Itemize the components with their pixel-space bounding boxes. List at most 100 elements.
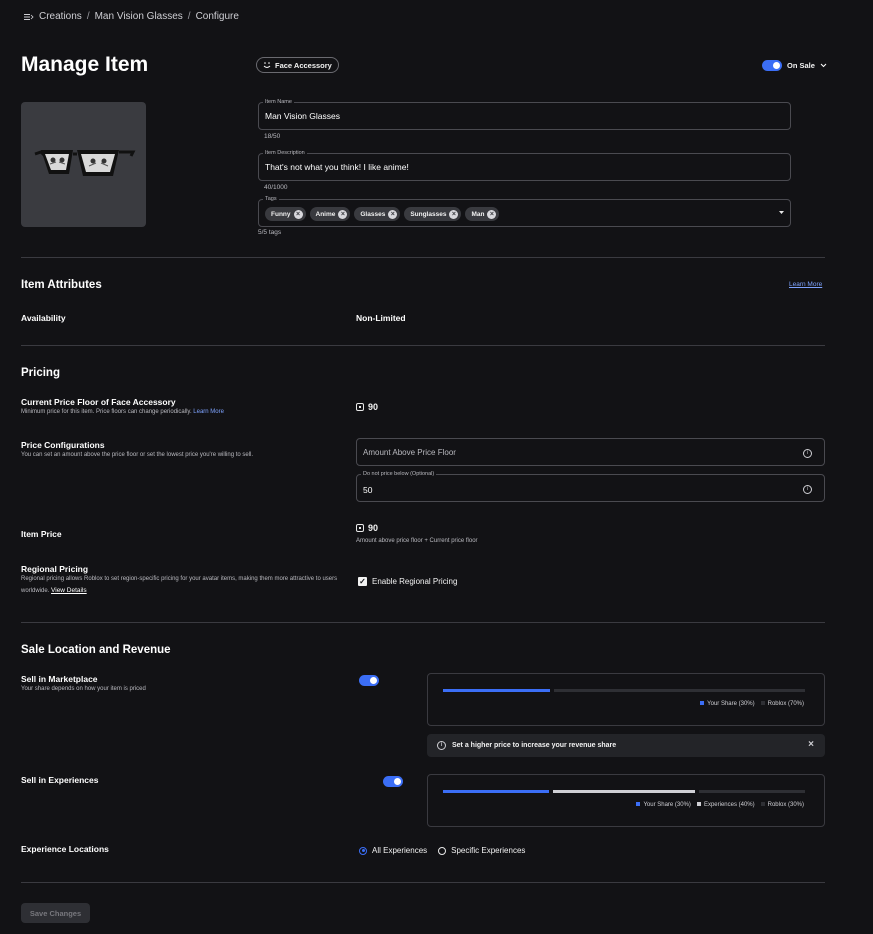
price-floor-desc: Minimum price for this item. Price floor…	[21, 407, 224, 418]
price-floor-amount: 90	[368, 402, 379, 412]
item-name-label: Item Name	[263, 99, 294, 105]
legend-roblox: Roblox (70%)	[760, 701, 804, 707]
marketplace-legend: Your Share (30%) Roblox (70%)	[700, 701, 804, 707]
robux-icon	[356, 403, 364, 411]
close-icon[interactable]: ×	[388, 209, 398, 219]
breadcrumb-separator: /	[86, 11, 90, 22]
regional-pricing-checkbox-label: Enable Regional Pricing	[372, 577, 458, 586]
info-icon: i	[437, 741, 446, 750]
share-bar-your-share	[443, 689, 551, 692]
category-label: Face Accessory	[275, 60, 332, 70]
legend-roblox: Roblox (30%)	[760, 802, 804, 808]
tag-chip: Anime ×	[309, 207, 351, 221]
tag-chip: Sunglasses ×	[404, 207, 462, 221]
close-icon[interactable]: ×	[808, 739, 814, 750]
price-floor-learn-more[interactable]: Learn More	[193, 409, 224, 415]
item-price-note: Amount above price floor + Current price…	[356, 538, 478, 544]
price-config-desc: You can set an amount above the price fl…	[21, 452, 254, 458]
tag-list: Funny × Anime × Glasses × Sunglasses × Man ×	[265, 207, 503, 221]
price-floor-desc-text: Minimum price for this item. Price floor…	[21, 409, 192, 415]
robux-icon	[356, 524, 364, 532]
radio-all-label[interactable]: All Experiences	[372, 846, 427, 855]
breadcrumb-creations[interactable]: Creations	[39, 11, 82, 22]
close-icon[interactable]: ×	[338, 209, 348, 219]
regional-pricing-desc: Regional pricing allows Roblox to set re…	[21, 574, 351, 597]
legend-swatch	[636, 802, 641, 806]
amount-above-floor-input[interactable]: Amount Above Price Floor i	[356, 438, 825, 466]
tag-label: Sunglasses	[410, 210, 447, 218]
revenue-tip-text: Set a higher price to increase your reve…	[452, 742, 617, 749]
breadcrumb: Creations / Man Vision Glasses / Configu…	[24, 11, 239, 22]
share-bar-roblox	[554, 689, 805, 692]
caret-down-icon[interactable]	[779, 211, 784, 215]
item-price-label: Item Price	[21, 529, 62, 539]
learn-more-link[interactable]: Learn More	[789, 281, 822, 288]
item-description-count: 40/1000	[264, 184, 288, 191]
regional-pricing-option[interactable]: ✓ Enable Regional Pricing	[358, 577, 457, 586]
marketplace-desc: Your share depends on how your item is p…	[21, 686, 146, 692]
divider	[21, 345, 825, 346]
category-chip: Face Accessory	[256, 57, 339, 73]
marketplace-toggle[interactable]	[359, 675, 379, 686]
item-price-value: 90	[356, 523, 378, 533]
experiences-legend: Your Share (30%) Experiences (40%) Roblo…	[636, 802, 804, 808]
legend-swatch	[696, 802, 701, 806]
radio-group: All Experiences Specific Experiences	[359, 846, 525, 855]
regional-pricing-label: Regional Pricing	[21, 564, 89, 574]
sale-status-label: On Sale	[787, 61, 815, 70]
info-icon[interactable]: i	[803, 485, 812, 494]
divider	[21, 622, 825, 623]
min-price-value[interactable]: 50	[363, 485, 372, 495]
item-name-field[interactable]: Item Name Man Vision Glasses	[258, 99, 791, 130]
menu-collapse-icon[interactable]	[24, 12, 34, 22]
breadcrumb-item[interactable]: Man Vision Glasses	[95, 11, 183, 22]
tags-field[interactable]: Tags Funny × Anime × Glasses × Sunglasses × …	[258, 196, 791, 227]
min-price-input[interactable]: Do not price below (Optional) 50 i	[356, 471, 825, 502]
checkbox-checked-icon[interactable]: ✓	[358, 577, 367, 586]
price-floor-label: Current Price Floor of Face Accessory	[21, 397, 176, 407]
availability-value: Non-Limited	[356, 313, 406, 323]
tags-label: Tags	[263, 196, 279, 202]
tag-chip: Glasses ×	[354, 207, 401, 221]
item-description-field[interactable]: Item Description That's not what you thi…	[258, 150, 791, 181]
item-price-amount: 90	[368, 523, 379, 533]
radio-specific-experiences[interactable]	[438, 846, 447, 855]
radio-specific-label[interactable]: Specific Experiences	[451, 846, 525, 855]
item-description-value[interactable]: That's not what you think! I like anime!	[265, 162, 409, 172]
legend-experiences-label: Experiences (40%)	[703, 802, 755, 808]
view-details-link[interactable]: View Details	[51, 587, 87, 594]
amount-above-floor-placeholder: Amount Above Price Floor	[363, 448, 456, 457]
tag-label: Glasses	[360, 210, 386, 218]
legend-swatch	[760, 701, 765, 705]
on-sale-switch[interactable]	[762, 60, 782, 71]
chevron-down-icon[interactable]	[820, 63, 827, 68]
item-thumbnail	[21, 102, 146, 227]
item-name-value[interactable]: Man Vision Glasses	[265, 111, 340, 121]
min-price-label: Do not price below (Optional)	[361, 471, 437, 477]
experiences-toggle[interactable]	[383, 776, 404, 787]
page-title: Manage Item	[21, 53, 149, 76]
close-icon[interactable]: ×	[293, 209, 303, 219]
radio-all-experiences[interactable]	[359, 846, 367, 855]
info-icon[interactable]: i	[803, 449, 812, 458]
divider	[21, 257, 825, 258]
legend-experiences: Experiences (40%)	[696, 802, 755, 808]
attributes-heading: Item Attributes	[21, 279, 102, 291]
legend-swatch	[760, 802, 765, 806]
price-config-label: Price Configurations	[21, 440, 105, 450]
tag-label: Man	[471, 210, 485, 218]
save-changes-button[interactable]: Save Changes	[21, 903, 90, 923]
legend-your-share-label: Your Share (30%)	[707, 701, 755, 707]
tag-label: Anime	[315, 210, 336, 218]
tag-chip: Man ×	[465, 207, 500, 221]
sale-status-toggle[interactable]: On Sale	[762, 60, 827, 71]
divider	[21, 882, 825, 883]
sale-heading: Sale Location and Revenue	[21, 644, 171, 656]
close-icon[interactable]: ×	[487, 209, 497, 219]
legend-swatch	[700, 701, 705, 705]
close-icon[interactable]: ×	[449, 209, 459, 219]
legend-roblox-label: Roblox (30%)	[767, 802, 804, 808]
legend-roblox-label: Roblox (70%)	[767, 701, 804, 707]
availability-label: Availability	[21, 313, 66, 323]
tag-chip: Funny ×	[265, 207, 306, 221]
